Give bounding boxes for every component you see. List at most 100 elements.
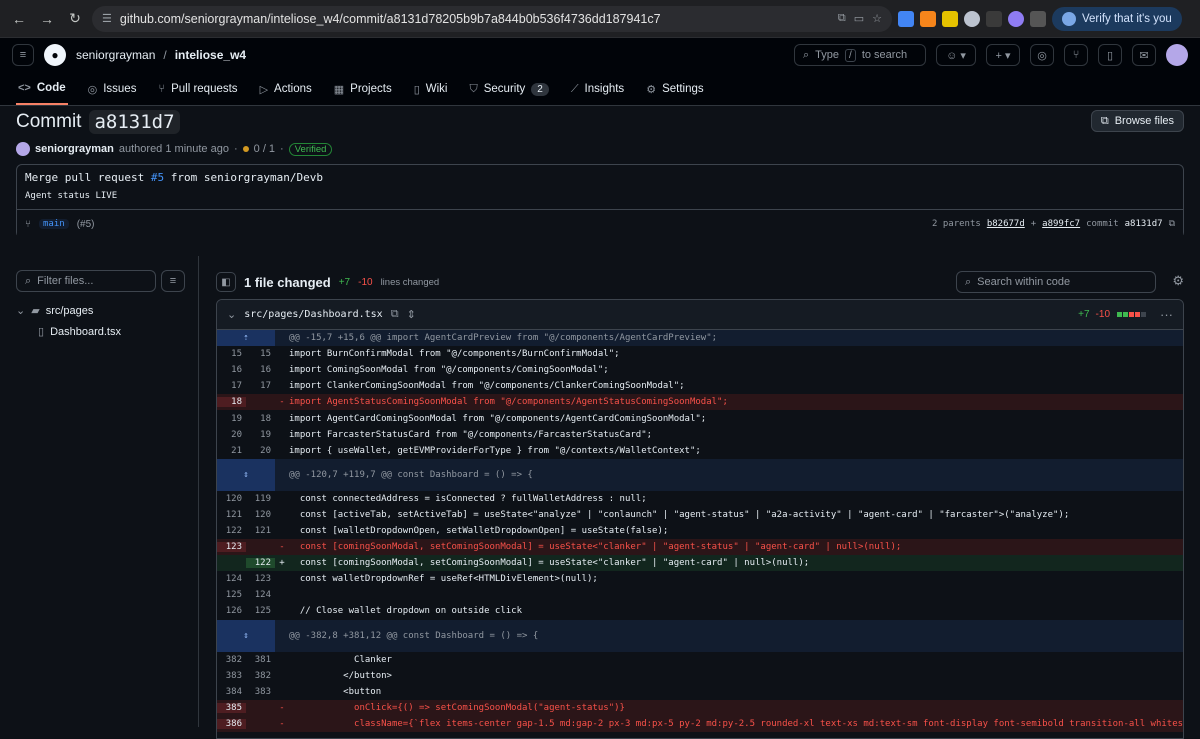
new-line-number[interactable]: 124 xyxy=(246,590,275,600)
browse-files-button[interactable]: ⧉ Browse files xyxy=(1090,110,1184,132)
copilot-icon[interactable]: ☺ ▾ xyxy=(936,44,976,66)
extension-icon-6[interactable] xyxy=(1008,10,1024,27)
branch-label[interactable]: main xyxy=(39,219,69,229)
old-line-number[interactable]: 16 xyxy=(217,365,246,375)
expand-all-icon[interactable]: ⇕ xyxy=(407,308,416,321)
avatar[interactable] xyxy=(1166,44,1188,66)
old-line-number[interactable]: 19 xyxy=(217,414,246,424)
install-icon[interactable]: ⧉ xyxy=(838,12,846,25)
new-line-number[interactable]: 20 xyxy=(246,446,275,456)
tab-pull-requests[interactable]: ⑂ Pull requests xyxy=(156,73,239,105)
global-search-input[interactable]: ⌕ Type / to search xyxy=(794,44,926,66)
copy-icon[interactable]: ⧉ xyxy=(391,308,399,321)
file-path[interactable]: src/pages/Dashboard.tsx xyxy=(244,309,382,320)
tab-insights[interactable]: ⟋ Insights xyxy=(569,73,626,105)
tab-code[interactable]: <> Code xyxy=(16,73,68,105)
pr-link[interactable]: #5 xyxy=(151,171,164,184)
gear-icon[interactable]: ⚙ xyxy=(1172,273,1184,289)
shield-extension-icon[interactable] xyxy=(964,10,980,27)
copy-icon[interactable]: ⧉ xyxy=(1169,219,1175,229)
cast-icon[interactable]: ▭ xyxy=(854,12,864,25)
sidebar-toggle-icon[interactable]: ◧ xyxy=(216,272,236,292)
old-line-number[interactable]: 382 xyxy=(217,655,246,665)
tab-issues[interactable]: ◎ Issues xyxy=(86,73,139,105)
new-line-number[interactable]: 15 xyxy=(246,349,275,359)
old-line-number[interactable]: 124 xyxy=(217,574,246,584)
new-line-number[interactable]: 121 xyxy=(246,526,275,536)
status-dot-icon[interactable] xyxy=(242,146,249,152)
new-line-number[interactable]: 125 xyxy=(246,606,275,616)
back-icon[interactable]: ← xyxy=(8,8,30,30)
chevron-down-icon[interactable]: ⌄ xyxy=(227,308,236,321)
pull-requests-icon[interactable]: ⑂ xyxy=(1064,44,1088,66)
filter-button[interactable]: ≡ xyxy=(161,270,185,292)
old-line-number[interactable]: 122 xyxy=(217,526,246,536)
menu-icon[interactable]: ≡ xyxy=(12,44,34,66)
old-line-number[interactable]: 386 xyxy=(217,718,246,729)
new-line-number[interactable]: 381 xyxy=(246,655,275,665)
extensions-puzzle-icon[interactable] xyxy=(1030,10,1046,27)
branch-pr[interactable]: (#5) xyxy=(77,219,95,230)
old-line-number[interactable]: 21 xyxy=(217,446,246,456)
reload-icon[interactable]: ↻ xyxy=(64,8,86,30)
repositories-icon[interactable]: ▯ xyxy=(1098,44,1122,66)
new-line-number[interactable]: 17 xyxy=(246,381,275,391)
extension-icon-5[interactable] xyxy=(986,10,1002,27)
new-line-number[interactable]: 383 xyxy=(246,687,275,697)
issues-icon[interactable]: ◎ xyxy=(1030,44,1054,66)
old-line-number[interactable]: 20 xyxy=(217,430,246,440)
new-line-number[interactable]: 122 xyxy=(246,558,275,569)
filter-files-input[interactable]: ⌕ Filter files... xyxy=(16,270,156,292)
bookmark-star-icon[interactable]: ☆ xyxy=(872,12,882,25)
old-line-number[interactable]: 123 xyxy=(217,542,246,553)
extension-icon-3[interactable] xyxy=(942,10,958,27)
tab-settings[interactable]: ⚙ Settings xyxy=(644,73,705,105)
old-line-number[interactable]: 126 xyxy=(217,606,246,616)
old-line-number[interactable]: 383 xyxy=(217,671,246,681)
extension-icon-1[interactable] xyxy=(898,10,914,27)
tab-projects[interactable]: ▦ Projects xyxy=(332,73,394,105)
expand-icon[interactable]: ⇕ xyxy=(217,619,275,652)
github-logo-icon[interactable]: ● xyxy=(44,44,66,66)
site-info-icon[interactable]: ☰ xyxy=(102,12,112,25)
tab-actions[interactable]: ▷ Actions xyxy=(258,73,314,105)
old-line-number[interactable]: 125 xyxy=(217,590,246,600)
new-line-number[interactable]: 19 xyxy=(246,430,275,440)
create-new-icon[interactable]: + ▾ xyxy=(986,44,1020,66)
parent-sha-1[interactable]: b82677d xyxy=(987,219,1025,229)
tree-folder[interactable]: ⌄ ▰ src/pages xyxy=(16,300,184,321)
inbox-icon[interactable]: ✉ xyxy=(1132,44,1156,66)
diff-header: ◧ 1 file changed +7 -10 lines changed ⌕ … xyxy=(216,271,1184,293)
expand-icon[interactable]: ⇕ xyxy=(217,458,275,491)
repo-link[interactable]: inteliose_w4 xyxy=(175,48,246,62)
address-bar[interactable]: ☰ github.com/seniorgrayman/inteliose_w4/… xyxy=(92,5,892,32)
new-line-number[interactable]: 18 xyxy=(246,414,275,424)
tab-security[interactable]: ⛉ Security 2 xyxy=(467,73,550,105)
author-link[interactable]: seniorgrayman xyxy=(35,143,114,155)
new-line-number[interactable]: 382 xyxy=(246,671,275,681)
verified-badge[interactable]: Verified xyxy=(288,142,333,156)
metamask-extension-icon[interactable] xyxy=(920,10,936,27)
search-within-code-input[interactable]: ⌕ Search within code xyxy=(956,271,1156,293)
new-line-number[interactable]: 120 xyxy=(246,510,275,520)
old-line-number[interactable]: 17 xyxy=(217,381,246,391)
avatar[interactable] xyxy=(16,142,30,156)
old-line-number[interactable]: 385 xyxy=(217,702,246,713)
tab-wiki[interactable]: ▯ Wiki xyxy=(412,73,450,105)
parent-sha-2[interactable]: a899fc7 xyxy=(1042,219,1080,229)
tree-file[interactable]: ▯ Dashboard.tsx xyxy=(16,321,184,342)
more-options-icon[interactable]: ··· xyxy=(1160,307,1173,322)
new-line-number[interactable]: 119 xyxy=(246,494,275,504)
owner-link[interactable]: seniorgrayman xyxy=(76,48,155,62)
expand-icon[interactable]: ⇡ xyxy=(217,330,275,347)
old-line-number[interactable]: 120 xyxy=(217,494,246,504)
old-line-number[interactable]: 384 xyxy=(217,687,246,697)
forward-icon[interactable]: → xyxy=(36,8,58,30)
new-line-number[interactable]: 16 xyxy=(246,365,275,375)
checks-count[interactable]: 0 / 1 xyxy=(254,143,275,155)
new-line-number[interactable]: 123 xyxy=(246,574,275,584)
old-line-number[interactable]: 18 xyxy=(217,397,246,408)
old-line-number[interactable]: 15 xyxy=(217,349,246,359)
old-line-number[interactable]: 121 xyxy=(217,510,246,520)
verify-identity-button[interactable]: Verify that it's you xyxy=(1052,6,1182,31)
